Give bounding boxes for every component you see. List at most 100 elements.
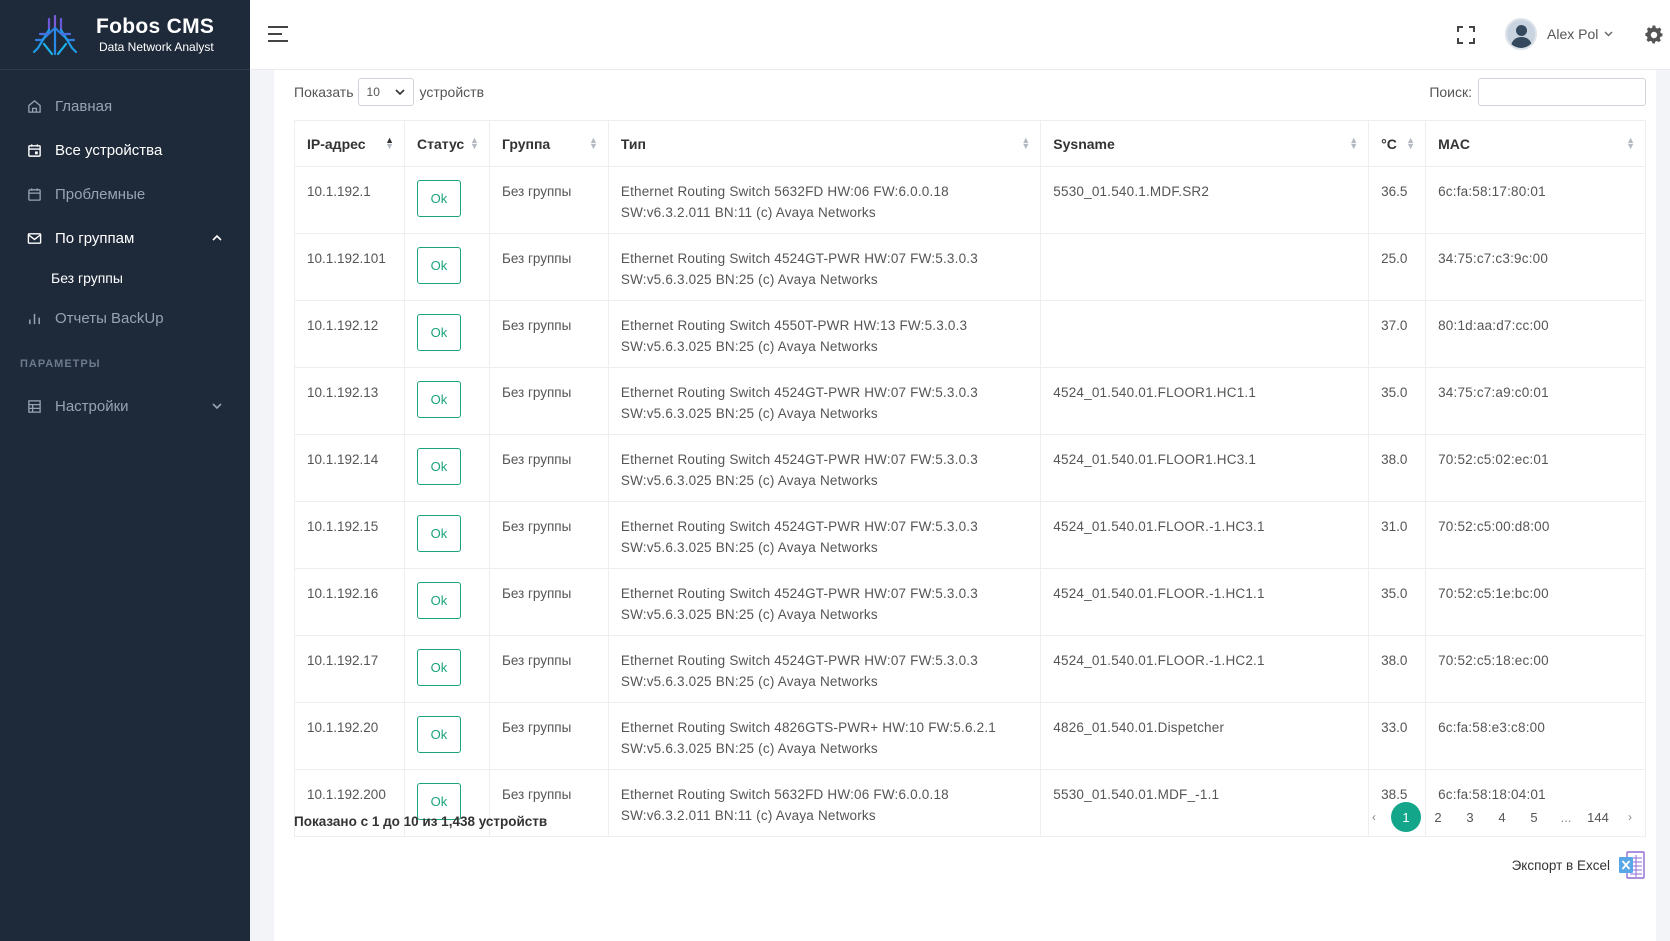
pagination-ellipsis: ... xyxy=(1560,809,1572,825)
cell-group: Без группы xyxy=(488,233,609,301)
cell-temperature: 37.0 xyxy=(1368,300,1427,368)
sidebar-item-label: Все устройства xyxy=(55,141,163,159)
cell-group: Без группы xyxy=(488,166,609,234)
type-line: Ethernet Routing Switch 5632FD HW:06 FW:… xyxy=(620,184,949,199)
status-ok-button[interactable]: Ok xyxy=(416,381,461,418)
column-header-temp[interactable]: °C ▲ ▼ xyxy=(1368,120,1427,167)
chevron-down-icon xyxy=(394,88,405,95)
chevron-up-icon xyxy=(212,231,222,245)
cell-group: Без группы xyxy=(488,367,609,435)
sidebar-item-by-groups[interactable]: По группам xyxy=(0,216,250,260)
cell-sysname: 5530_01.540.1.MDF.SR2 xyxy=(1040,166,1370,234)
status-ok-button[interactable]: Ok xyxy=(416,582,461,619)
cell-type: Ethernet Routing Switch 5632FD HW:06 FW:… xyxy=(607,769,1042,837)
table-row[interactable]: 10.1.192.16 Ok Без группы Ethernet Routing … xyxy=(294,568,1646,636)
cell-mac: 70:52:c5:00:d8:00 xyxy=(1425,501,1646,569)
home-icon xyxy=(26,98,42,114)
cell-group: Без группы xyxy=(488,702,609,770)
sort-icon: ▲ ▼ xyxy=(1406,135,1416,151)
type-line: Ethernet Routing Switch 4550T-PWR HW:13 … xyxy=(620,318,968,333)
cell-group: Без группы xyxy=(488,434,609,502)
column-header-sysname[interactable]: Sysname ▲ ▼ xyxy=(1040,120,1370,167)
table-row[interactable]: 10.1.192.13 Ok Без группы Ethernet Routing … xyxy=(294,367,1646,435)
search-control: Поиск: xyxy=(1429,78,1646,106)
status-ok-button[interactable]: Ok xyxy=(416,247,461,284)
user-name: Alex Pol xyxy=(1547,26,1599,42)
status-ok-button[interactable]: Ok xyxy=(416,180,461,217)
column-header-ip[interactable]: IP-адрес ▲ ▼ xyxy=(294,120,405,167)
type-line: Ethernet Routing Switch 4524GT-PWR HW:07… xyxy=(620,385,978,400)
search-input[interactable] xyxy=(1478,78,1646,106)
status-ok-button[interactable]: Ok xyxy=(416,515,461,552)
column-header-mac[interactable]: MAC ▲ ▼ xyxy=(1425,120,1646,167)
column-header-group[interactable]: Группа ▲ ▼ xyxy=(488,120,609,167)
table-row[interactable]: 10.1.192.101 Ok Без группы Ethernet Routing… xyxy=(294,233,1646,301)
sidebar: Fobos CMS Data Network Analyst Главная В… xyxy=(0,0,250,941)
sidebar-item-label: Отчеты BackUp xyxy=(55,309,164,327)
cell-type: Ethernet Routing Switch 4524GT-PWR HW:07… xyxy=(607,434,1042,502)
cell-sysname: 5530_01.540.01.MDF_-1.1 xyxy=(1040,769,1370,837)
type-line: SW:v6.3.2.011 BN:11 (c) Avaya Networks xyxy=(620,808,876,823)
pagination-prev[interactable]: ‹ xyxy=(1358,802,1390,832)
fullscreen-icon[interactable] xyxy=(1457,26,1475,44)
table-row[interactable]: 10.1.192.15 Ok Без группы Ethernet Routing … xyxy=(294,501,1646,569)
cell-sysname xyxy=(1040,233,1370,301)
type-line: Ethernet Routing Switch 4524GT-PWR HW:07… xyxy=(620,653,978,668)
status-ok-button[interactable]: Ok xyxy=(416,716,461,753)
cell-type: Ethernet Routing Switch 4524GT-PWR HW:07… xyxy=(607,635,1042,703)
cell-temperature: 31.0 xyxy=(1368,501,1427,569)
sidebar-item-label: По группам xyxy=(55,229,135,247)
devices-label: устройств xyxy=(419,84,485,100)
status-ok-button[interactable]: Ok xyxy=(416,448,461,485)
cell-status: Ok xyxy=(403,166,490,234)
type-line: Ethernet Routing Switch 5632FD HW:06 FW:… xyxy=(620,787,949,802)
user-menu[interactable]: Alex Pol xyxy=(1505,18,1613,50)
cell-sysname xyxy=(1040,300,1370,368)
status-ok-button[interactable]: Ok xyxy=(416,649,461,686)
pagination-page[interactable]: 2 xyxy=(1422,802,1454,832)
brand-title: Fobos CMS xyxy=(96,15,215,38)
table-row[interactable]: 10.1.192.1 Ok Без группы Ethernet Routing S… xyxy=(294,166,1646,234)
pagination-page[interactable]: 1 xyxy=(1391,802,1421,832)
cell-status: Ok xyxy=(403,568,490,636)
sidebar-item-problem[interactable]: Проблемные xyxy=(0,172,250,216)
page-length-value: 10 xyxy=(366,85,380,99)
cell-group: Без группы xyxy=(488,501,609,569)
page-length-select[interactable]: 10 xyxy=(357,78,414,106)
sidebar-nav: Главная Все устройства Проблемные По гру… xyxy=(0,70,250,428)
table-row[interactable]: 10.1.192.14 Ok Без группы Ethernet Routing … xyxy=(294,434,1646,502)
sidebar-item-all-devices[interactable]: Все устройства xyxy=(0,128,250,172)
bar-chart-icon xyxy=(26,310,42,326)
table-row[interactable]: 10.1.192.20 Ok Без группы Ethernet Routing … xyxy=(294,702,1646,770)
gear-icon[interactable] xyxy=(1644,25,1664,45)
sidebar-item-home[interactable]: Главная xyxy=(0,84,250,128)
status-ok-button[interactable]: Ok xyxy=(416,314,461,351)
cell-mac: 34:75:c7:a9:c0:01 xyxy=(1425,367,1646,435)
type-line: Ethernet Routing Switch 4826GTS-PWR+ HW:… xyxy=(620,720,996,735)
pagination: ‹ 1 2 3 4 5 ... 144 › xyxy=(1358,802,1646,832)
cell-status: Ok xyxy=(403,434,490,502)
pagination-next[interactable]: › xyxy=(1614,802,1646,832)
cell-temperature: 38.0 xyxy=(1368,434,1427,502)
pagination-page[interactable]: 3 xyxy=(1454,802,1486,832)
column-header-status[interactable]: Статус ▲ ▼ xyxy=(403,120,490,167)
type-line: Ethernet Routing Switch 4524GT-PWR HW:07… xyxy=(620,586,978,601)
cell-type: Ethernet Routing Switch 4524GT-PWR HW:07… xyxy=(607,501,1042,569)
sidebar-subitem-no-group[interactable]: Без группы xyxy=(0,260,250,296)
column-header-type[interactable]: Тип ▲ ▼ xyxy=(607,120,1042,167)
table-row[interactable]: 10.1.192.12 Ok Без группы Ethernet Routing … xyxy=(294,300,1646,368)
cell-ip: 10.1.192.12 xyxy=(294,300,405,368)
table-row[interactable]: 10.1.192.17 Ok Без группы Ethernet Routing … xyxy=(294,635,1646,703)
export-excel-button[interactable]: Экспорт в Excel xyxy=(1512,850,1646,880)
cell-sysname: 4826_01.540.01.Dispetcher xyxy=(1040,702,1370,770)
brand[interactable]: Fobos CMS Data Network Analyst xyxy=(0,0,250,70)
pagination-page[interactable]: 144 xyxy=(1582,802,1614,832)
pagination-page[interactable]: 4 xyxy=(1486,802,1518,832)
sort-icon: ▲ ▼ xyxy=(1626,135,1635,151)
sort-icon: ▲ ▼ xyxy=(470,135,479,151)
menu-toggle-icon[interactable] xyxy=(268,26,288,44)
pagination-page[interactable]: 5 xyxy=(1518,802,1550,832)
sidebar-item-settings[interactable]: Настройки xyxy=(0,384,250,428)
sidebar-item-backup-reports[interactable]: Отчеты BackUp xyxy=(0,296,250,340)
chevron-down-icon xyxy=(1604,29,1613,40)
